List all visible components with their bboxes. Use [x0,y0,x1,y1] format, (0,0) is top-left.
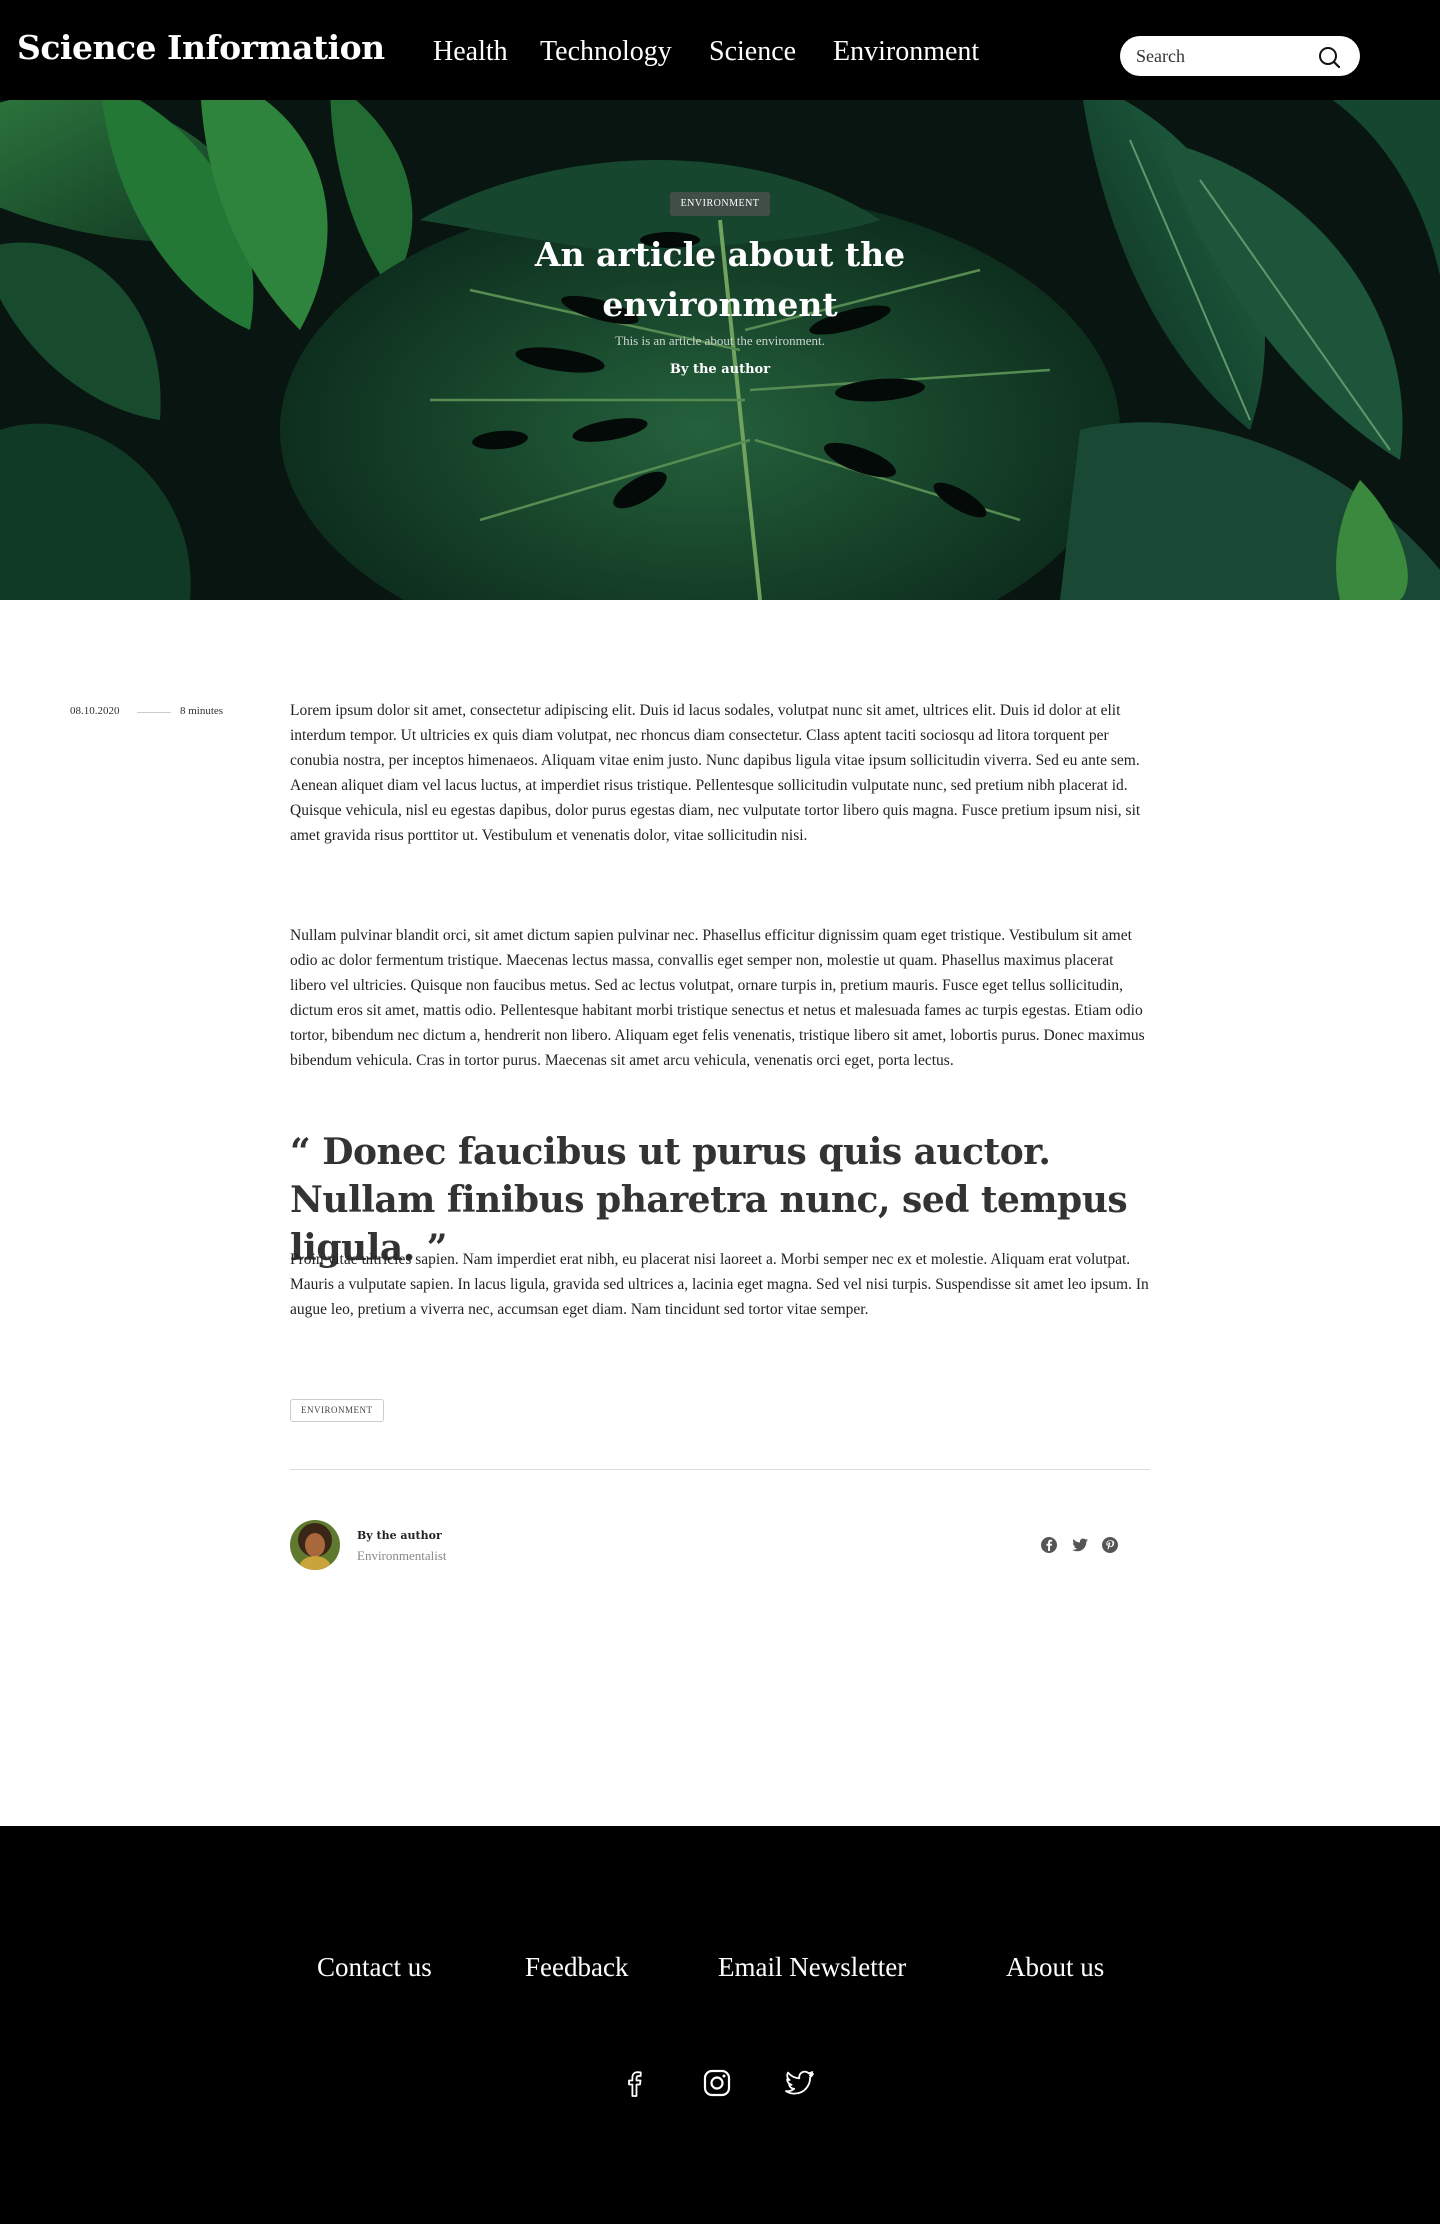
footer-link-newsletter[interactable]: Email Newsletter [718,1952,906,1983]
pinterest-icon[interactable] [1101,1536,1119,1554]
search-icon[interactable] [1317,45,1341,69]
meta-divider [137,712,171,713]
facebook-icon[interactable] [1040,1536,1058,1554]
nav-science[interactable]: Science [709,36,796,68]
search-box [1120,36,1360,76]
author-name: By the author [357,1529,442,1542]
article-paragraph: Nullam pulvinar blandit orci, sit amet d… [290,927,1145,1069]
nav-health[interactable]: Health [433,36,508,68]
hero-leaf-image [0,100,1440,600]
footer-link-feedback[interactable]: Feedback [525,1952,628,1983]
read-time: 8 minutes [180,705,224,717]
article-tag[interactable]: ENVIRONMENT [290,1399,384,1422]
twitter-icon[interactable] [784,2067,816,2099]
hero-author: By the author [669,362,771,377]
twitter-icon[interactable] [1071,1536,1089,1554]
search-input[interactable] [1136,42,1316,70]
site-header: Science Information Health Technology Sc… [0,0,1440,100]
footer-link-contact[interactable]: Contact us [317,1952,432,1983]
footer-link-about[interactable]: About us [1006,1952,1104,1983]
article-title: An article about the environment [534,235,906,324]
hero-category-tag[interactable]: ENVIRONMENT [670,192,770,216]
nav-environment[interactable]: Environment [833,36,979,68]
author-role: Environmentalist [357,1548,447,1563]
article-paragraph: Lorem ipsum dolor sit amet, consectetur … [290,702,1141,844]
article-subtitle: This is an article about the environment… [615,333,825,348]
hero-banner: ENVIRONMENT An article about the environ… [0,100,1440,600]
avatar [290,1520,340,1570]
nav-technology[interactable]: Technology [540,36,672,68]
site-logo[interactable]: Science Information [17,28,385,67]
article-paragraph: Proin vitae ultricies sapien. Nam imperd… [290,1251,1149,1318]
site-footer: Contact us Feedback Email Newsletter Abo… [0,1826,1440,2224]
facebook-icon[interactable] [618,2067,650,2099]
instagram-icon[interactable] [701,2067,733,2099]
section-divider [290,1469,1150,1470]
article-date: 08.10.2020 [70,705,120,717]
